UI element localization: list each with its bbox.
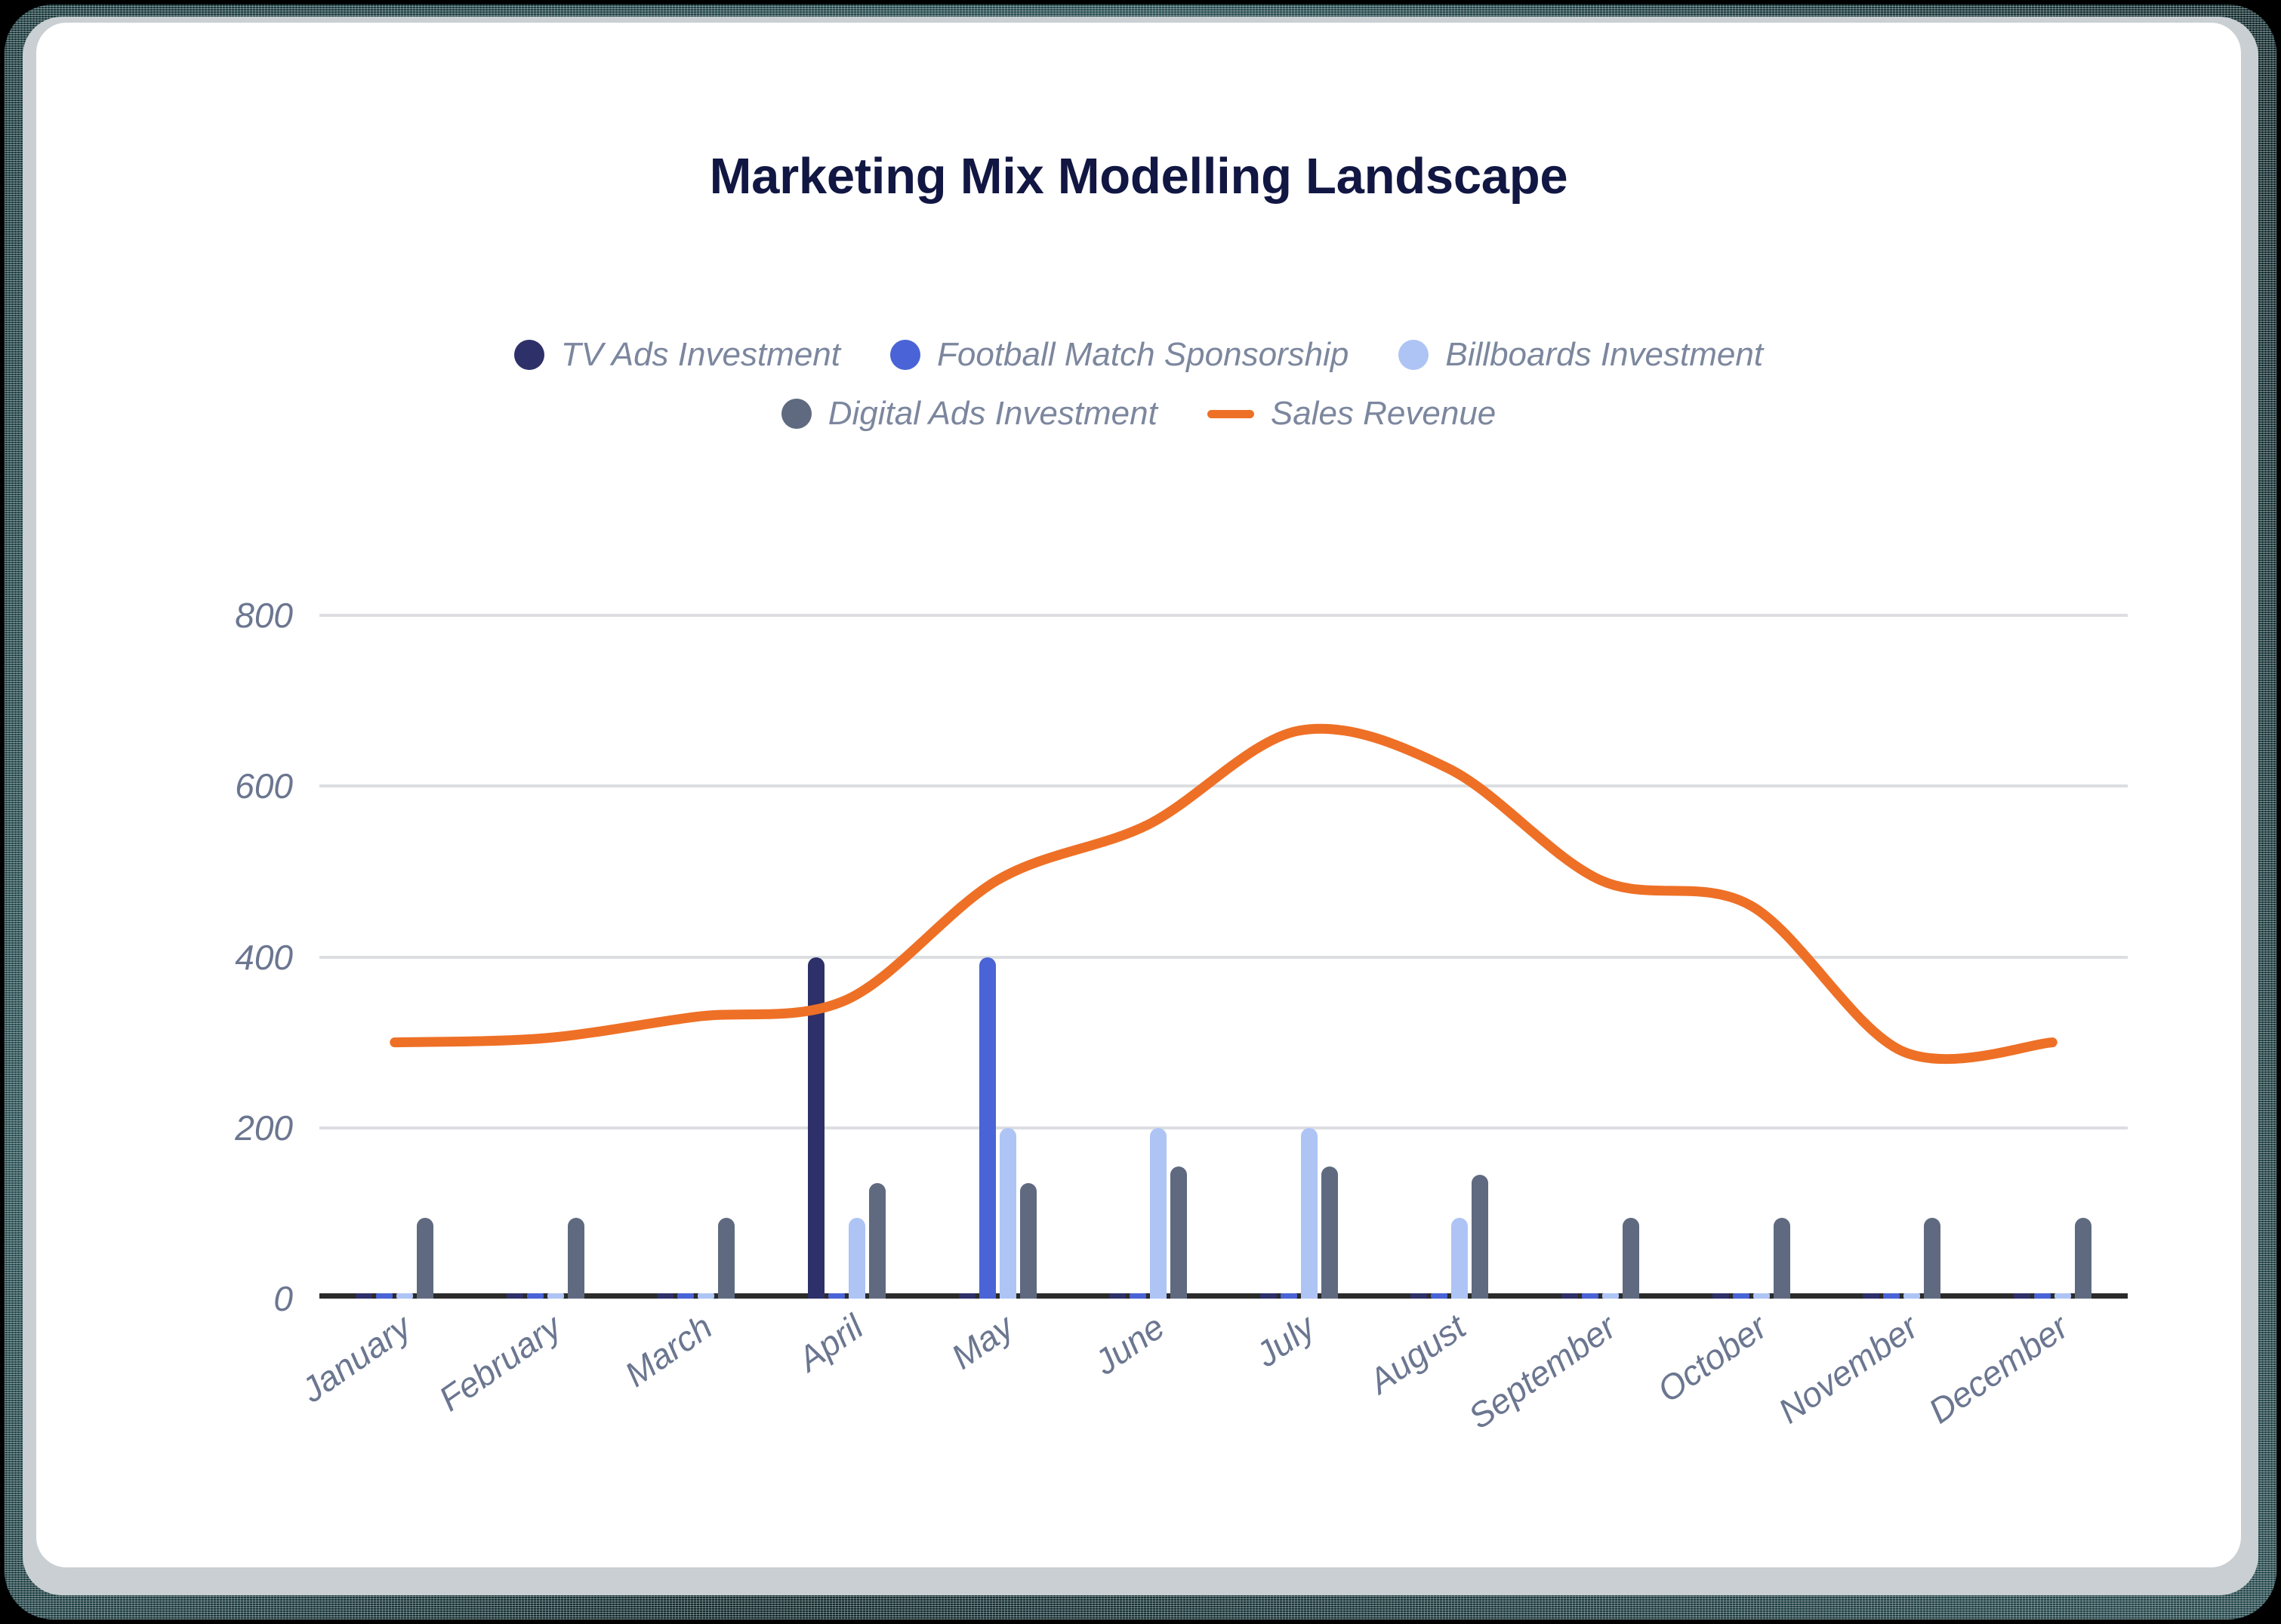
legend-dot-icon: [890, 340, 920, 370]
x-axis-tick-label: June: [1087, 1306, 1172, 1382]
y-axis-tick-label: 200: [235, 1108, 293, 1148]
chart-legend: TV Ads Investment Football Match Sponsor…: [36, 336, 2241, 433]
y-axis-tick-label: 400: [235, 937, 293, 977]
legend-item-sales-revenue[interactable]: Sales Revenue: [1207, 395, 1496, 433]
legend-item-billboards-investment[interactable]: Billboards Investment: [1398, 336, 1763, 374]
legend-item-label: Digital Ads Investment: [828, 395, 1157, 432]
x-axis-tick-label: May: [944, 1306, 1021, 1377]
legend-item-label: Football Match Sponsorship: [937, 336, 1349, 373]
sales-revenue-line: [390, 723, 2058, 1065]
x-axis-tick-label: April: [790, 1306, 870, 1379]
x-axis-tick-label: February: [432, 1306, 569, 1419]
plot-area: 0 200 400 600 800: [235, 596, 2128, 1318]
x-axis-tick-label: January: [294, 1306, 418, 1410]
legend-row-1: TV Ads Investment Football Match Sponsor…: [36, 336, 2241, 374]
line-path: [390, 723, 2058, 1065]
y-axis-tick-label: 800: [235, 596, 293, 635]
y-axis-tick-label: 600: [235, 766, 293, 806]
legend-dot-icon: [1398, 340, 1429, 370]
legend-item-digital-ads-investment[interactable]: Digital Ads Investment: [781, 395, 1157, 433]
page-title: Marketing Mix Modelling Landscape: [709, 148, 1568, 205]
y-axis-tick-label: 0: [273, 1279, 293, 1318]
legend-item-football-match-sponsorship[interactable]: Football Match Sponsorship: [890, 336, 1349, 374]
x-axis-tick-label: July: [1248, 1306, 1322, 1375]
legend-item-label: TV Ads Investment: [560, 336, 840, 373]
legend-dot-icon: [513, 340, 544, 370]
x-axis-labels: January February March April May June July Augu…: [294, 1306, 2128, 1563]
x-axis-tick-label: September: [1461, 1306, 1623, 1437]
x-axis-tick-label: October: [1650, 1306, 1774, 1410]
legend-dot-icon: [781, 399, 812, 429]
x-axis-tick-label: August: [1361, 1306, 1473, 1401]
chart-card: Marketing Mix Modelling Landscape TV Ads…: [36, 23, 2241, 1567]
legend-item-label: Billboards Investment: [1445, 336, 1764, 373]
legend-row-2: Digital Ads Investment Sales Revenue: [36, 395, 2241, 433]
legend-line-icon: [1207, 409, 1254, 418]
x-axis-tick-label: November: [1771, 1306, 1925, 1431]
legend-item-tv-ads-investment[interactable]: TV Ads Investment: [513, 336, 840, 374]
legend-item-label: Sales Revenue: [1270, 395, 1497, 432]
x-axis-tick-label: March: [617, 1306, 720, 1394]
x-axis-tick-label: December: [1921, 1306, 2076, 1431]
